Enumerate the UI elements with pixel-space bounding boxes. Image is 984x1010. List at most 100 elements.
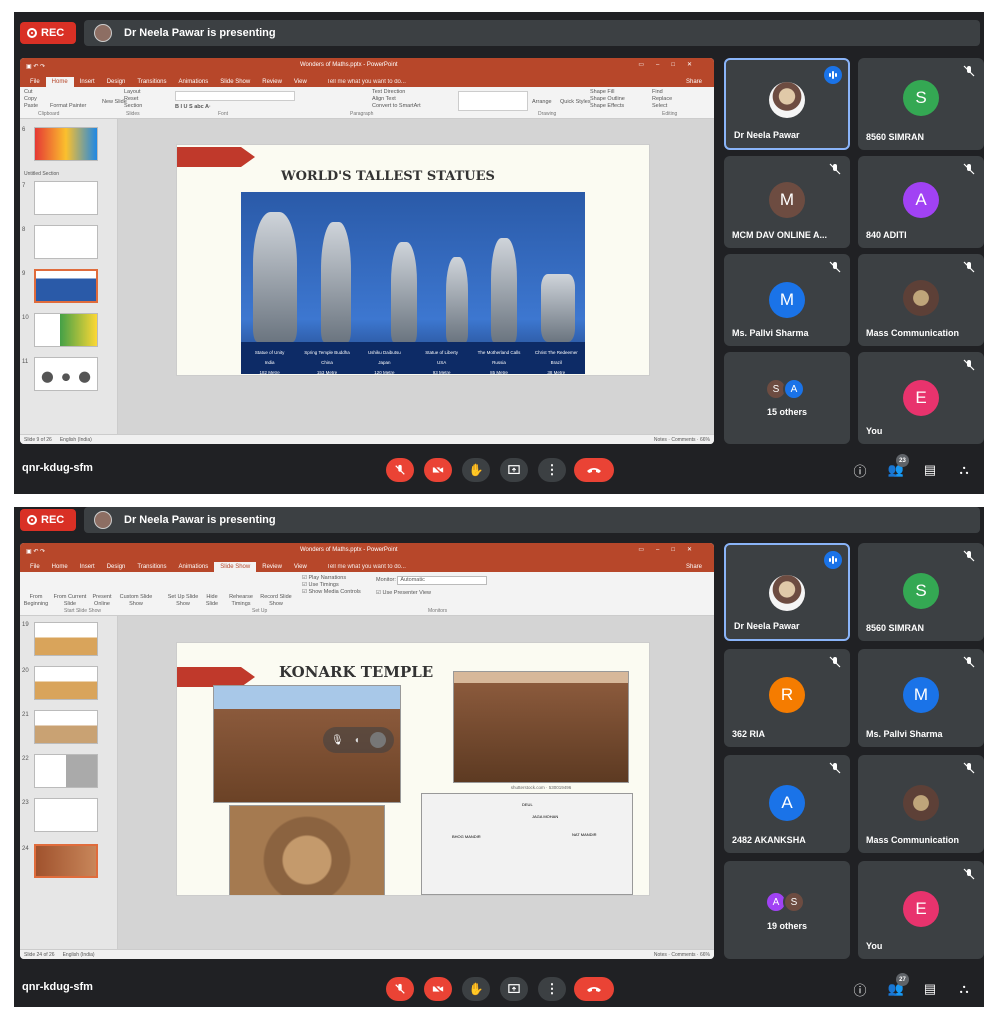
slide-thumbnail-panel[interactable]: 19 20 21 22 23 24 xyxy=(20,616,118,949)
activities-button[interactable]: ⛬ xyxy=(954,979,974,999)
tab-design[interactable]: Design xyxy=(101,77,132,87)
tab-file[interactable]: File xyxy=(24,77,46,87)
layout-button[interactable]: Layout xyxy=(124,89,142,96)
more-options-button[interactable]: ⋮ xyxy=(538,458,566,482)
slide-thumbnail-selected[interactable] xyxy=(34,844,98,878)
slide-thumbnail[interactable] xyxy=(34,710,98,744)
notes-button[interactable]: Notes xyxy=(654,952,667,958)
setup-show-button[interactable]: Set Up Slide Show xyxy=(166,594,200,608)
copy-button[interactable]: Copy xyxy=(24,96,38,103)
shape-outline-button[interactable]: Shape Outline xyxy=(590,96,625,103)
tab-view[interactable]: View xyxy=(288,77,313,87)
use-timings-checkbox[interactable]: ☑ Use Timings xyxy=(302,582,361,589)
play-narrations-checkbox[interactable]: ☑ Play Narrations xyxy=(302,575,361,582)
smartart-button[interactable]: Convert to SmartArt xyxy=(372,103,421,110)
others-tile[interactable]: S A 15 others xyxy=(724,352,850,444)
reset-button[interactable]: Reset xyxy=(124,96,142,103)
self-tile[interactable]: E You xyxy=(858,861,984,959)
show-media-checkbox[interactable]: ☑ Show Media Controls xyxy=(302,589,361,596)
custom-show-button[interactable]: Custom Slide Show xyxy=(116,594,156,608)
others-tile[interactable]: A S 19 others xyxy=(724,861,850,959)
slide-thumbnail[interactable] xyxy=(34,357,98,391)
cut-button[interactable]: Cut xyxy=(24,89,38,96)
slide-thumbnail[interactable] xyxy=(34,225,98,259)
tab-animations[interactable]: Animations xyxy=(173,77,215,87)
end-call-button[interactable] xyxy=(574,977,614,1001)
text-direction-button[interactable]: Text Direction xyxy=(372,89,421,96)
meeting-info-button[interactable]: ⓘ xyxy=(850,979,870,999)
arrange-button[interactable]: Arrange xyxy=(532,99,552,106)
participant-tile[interactable]: Mass Communication xyxy=(858,755,984,853)
slide-thumbnail-selected[interactable] xyxy=(34,269,98,303)
mic-off-icon[interactable]: 🎙 xyxy=(331,735,344,746)
tab-design[interactable]: Design xyxy=(101,562,132,572)
tab-review[interactable]: Review xyxy=(256,77,288,87)
comments-button[interactable]: Comments xyxy=(671,952,695,958)
volume-icon[interactable]: ◖ xyxy=(354,735,360,746)
slide-thumbnail[interactable] xyxy=(34,181,98,215)
pin-icon[interactable] xyxy=(369,732,386,748)
people-button[interactable]: 👥 27 xyxy=(886,973,909,999)
record-show-button[interactable]: Record Slide Show xyxy=(258,594,294,608)
tab-animations[interactable]: Animations xyxy=(173,562,215,572)
tab-view[interactable]: View xyxy=(288,562,313,572)
participant-tile[interactable]: S 8560 SIMRAN xyxy=(858,543,984,641)
select-button[interactable]: Select xyxy=(652,103,672,110)
shape-effects-button[interactable]: Shape Effects xyxy=(590,103,625,110)
participant-tile[interactable]: Dr Neela Pawar xyxy=(724,543,850,641)
participant-tile[interactable]: Mass Communication xyxy=(858,254,984,346)
meeting-info-button[interactable]: ⓘ xyxy=(850,460,870,480)
align-text-button[interactable]: Align Text xyxy=(372,96,421,103)
participant-tile[interactable]: A 2482 AKANKSHA xyxy=(724,755,850,853)
shape-fill-button[interactable]: Shape Fill xyxy=(590,89,625,96)
tab-slide-show[interactable]: Slide Show xyxy=(214,562,257,572)
mic-toggle-button[interactable] xyxy=(386,977,414,1001)
slide-thumbnail[interactable] xyxy=(34,798,98,832)
quick-styles-button[interactable]: Quick Styles xyxy=(560,99,591,106)
slide-thumbnail[interactable] xyxy=(34,622,98,656)
self-tile[interactable]: E You xyxy=(858,352,984,444)
tab-home[interactable]: Home xyxy=(46,562,74,572)
slide-thumbnail[interactable] xyxy=(34,666,98,700)
participant-tile[interactable]: A 840 ADITI xyxy=(858,156,984,248)
find-button[interactable]: Find xyxy=(652,89,672,96)
font-style-buttons[interactable]: B I U S abc A· xyxy=(175,104,211,111)
slide-thumbnail[interactable] xyxy=(34,127,98,161)
tab-insert[interactable]: Insert xyxy=(74,562,101,572)
participant-tile[interactable]: Dr Neela Pawar xyxy=(724,58,850,150)
activities-button[interactable]: ⛬ xyxy=(954,460,974,480)
present-online-button[interactable]: Present Online xyxy=(90,594,114,608)
tell-me-box[interactable]: Tell me what you want to do... xyxy=(321,77,412,87)
slide-thumbnail[interactable] xyxy=(34,754,98,788)
screenshare-overlay-controls[interactable]: 🎙 ◖ xyxy=(323,727,394,753)
tab-home[interactable]: Home xyxy=(45,77,74,87)
rehearse-button[interactable]: Rehearse Timings xyxy=(226,594,256,608)
font-selector[interactable] xyxy=(175,91,295,101)
tell-me-box[interactable]: Tell me what you want to do... xyxy=(321,562,412,572)
tab-slide-show[interactable]: Slide Show xyxy=(214,77,256,87)
participant-tile[interactable]: M MCM DAV ONLINE A... xyxy=(724,156,850,248)
zoom-level[interactable]: 66% xyxy=(700,437,710,443)
people-button[interactable]: 👥 23 xyxy=(886,454,909,480)
camera-toggle-button[interactable] xyxy=(424,458,452,482)
chat-button[interactable]: ▤ xyxy=(920,460,940,480)
share-button[interactable]: Share xyxy=(680,562,708,572)
hide-slide-button[interactable]: Hide Slide xyxy=(202,594,222,608)
participant-tile[interactable]: R 362 RIA xyxy=(724,649,850,747)
comments-button[interactable]: Comments xyxy=(671,437,695,443)
present-button[interactable] xyxy=(500,458,528,482)
tab-transitions[interactable]: Transitions xyxy=(131,77,172,87)
end-call-button[interactable] xyxy=(574,458,614,482)
slide-thumbnail-panel[interactable]: 6 Untitled Section 7 8 9 10 11 xyxy=(20,119,118,434)
section-button[interactable]: Section xyxy=(124,103,142,110)
participant-tile[interactable]: S 8560 SIMRAN xyxy=(858,58,984,150)
raise-hand-button[interactable]: ✋ xyxy=(462,977,490,1001)
shapes-gallery[interactable] xyxy=(458,91,528,111)
camera-toggle-button[interactable] xyxy=(424,977,452,1001)
tab-transitions[interactable]: Transitions xyxy=(131,562,172,572)
participant-tile[interactable]: M Ms. Pallvi Sharma xyxy=(724,254,850,346)
tab-review[interactable]: Review xyxy=(256,562,288,572)
presenter-view-checkbox[interactable]: ☑ Use Presenter View xyxy=(376,590,431,597)
present-button[interactable] xyxy=(500,977,528,1001)
slide-thumbnail[interactable] xyxy=(34,313,98,347)
